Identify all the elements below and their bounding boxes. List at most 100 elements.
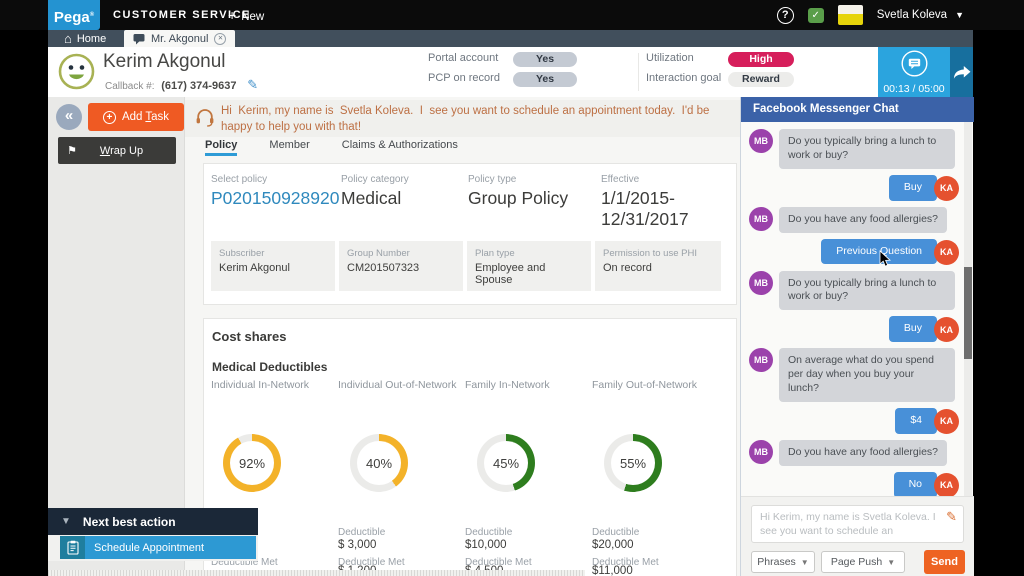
policy-type-value: Group Policy: [468, 188, 568, 209]
help-icon[interactable]: ?: [777, 7, 794, 24]
cost-shares-title: Cost shares: [212, 329, 286, 344]
chat-message: MBOn average what do you spend per day w…: [749, 348, 959, 402]
portal-account-label: Portal account: [428, 52, 498, 64]
cost-share-columns: Individual In-Network92%Deductible MetIn…: [211, 379, 719, 576]
chat-bubble[interactable]: No: [894, 472, 937, 496]
chat-message: $4KA: [749, 408, 959, 434]
chat-panel: Facebook Messenger Chat MBDo you typical…: [740, 97, 973, 576]
effective-label: Effective: [601, 174, 723, 185]
wrap-up-button[interactable]: ⚑ Wrap Up: [58, 137, 176, 164]
phrases-label: Phrases: [757, 556, 796, 568]
chevron-down-icon: ▼: [61, 516, 71, 527]
add-task-button[interactable]: + Add Task: [88, 103, 184, 131]
chat-bubble[interactable]: Buy: [889, 316, 937, 342]
schedule-appointment-button[interactable]: Schedule Appointment: [60, 536, 256, 559]
cost-share-column-label: Family Out-of-Network: [592, 379, 697, 391]
deductible-donut-chart: 40%: [350, 434, 408, 492]
chat-message: MBDo you have any food allergies?: [749, 207, 959, 233]
phi-permission-label: Permission to use PHI: [603, 248, 713, 259]
chat-avatar-mb: MB: [749, 271, 773, 295]
next-best-action-row: Schedule Appointment: [48, 535, 258, 561]
chat-message: Previous QuestionKA: [749, 239, 959, 265]
plan-type-value: Employee and Spouse: [475, 262, 583, 286]
edit-callback-icon[interactable]: ✎: [247, 77, 258, 92]
chat-message: BuyKA: [749, 175, 959, 201]
tab-home[interactable]: ⌂ Home: [56, 30, 114, 47]
page-push-dropdown[interactable]: Page Push ▼: [821, 551, 905, 573]
chat-scrollbar-thumb[interactable]: [964, 267, 972, 359]
medical-deductibles-title: Medical Deductibles: [212, 360, 327, 374]
speech-bubble-icon: [133, 33, 145, 45]
edit-message-icon[interactable]: ✎: [946, 509, 957, 526]
user-menu-chevron-icon[interactable]: ▼: [955, 10, 964, 20]
wrap-up-flag-icon: ⚑: [67, 144, 77, 157]
group-number-value: CM201507323: [347, 262, 455, 274]
tab-claims-authorizations[interactable]: Claims & Authorizations: [342, 139, 458, 156]
policy-number-link[interactable]: P020150928920: [211, 188, 339, 209]
interaction-goal-value: Reward: [728, 72, 794, 87]
chat-status-icon[interactable]: ✓: [808, 8, 824, 23]
mouse-cursor: [879, 250, 891, 268]
policy-category-field: Policy category Medical: [341, 174, 409, 209]
phrases-dropdown[interactable]: Phrases ▼: [751, 551, 815, 573]
chat-message: MBDo you typically bring a lunch to work…: [749, 271, 959, 311]
policy-category-label: Policy category: [341, 174, 409, 185]
customer-name: Kerim Akgonul: [103, 51, 226, 73]
chat-avatar-ka: KA: [934, 176, 959, 201]
registered-mark: ®: [90, 12, 94, 18]
collapse-rail-button[interactable]: «: [56, 104, 82, 130]
home-icon: ⌂: [64, 32, 72, 45]
header-divider: [638, 53, 639, 91]
share-arrow-icon: [953, 65, 971, 80]
cost-share-column-label: Family In-Network: [465, 379, 550, 391]
chat-bubble: On average what do you spend per day whe…: [779, 348, 955, 402]
transfer-button[interactable]: [950, 47, 973, 97]
utilization-value: High: [728, 52, 794, 67]
chat-bubble: Do you have any food allergies?: [779, 207, 947, 233]
deductible-percent: 45%: [493, 456, 519, 471]
utilization-label: Utilization: [646, 52, 694, 64]
close-tab-icon[interactable]: ✕: [214, 33, 226, 45]
chat-bubble: Do you typically bring a lunch to work o…: [779, 129, 955, 169]
interaction-timer[interactable]: 00:13 / 05:00: [878, 47, 950, 97]
tab-strip: ⌂ Home Mr. Akgonul ✕: [48, 30, 973, 47]
coaching-banner: Hi Kerim, my name is Svetla Koleva. I se…: [185, 100, 740, 137]
user-name[interactable]: Svetla Koleva: [877, 9, 947, 21]
deductible-value: $10,000: [465, 539, 507, 551]
group-number-label: Group Number: [347, 248, 455, 259]
new-button-label: New: [241, 11, 264, 23]
avatar-bottom: [838, 14, 863, 25]
tab-policy[interactable]: Policy: [205, 139, 237, 156]
phi-permission-box: Permission to use PHI On record: [595, 241, 721, 291]
top-navigation-bar: Pega® CUSTOMER SERVICE +New ? ✓ Svetla K…: [0, 0, 1024, 30]
cost-shares-card: Cost shares Medical Deductibles Individu…: [203, 318, 737, 576]
pega-logo-text: Pega: [54, 9, 90, 26]
deductible-label: Deductible: [465, 527, 512, 538]
chat-bubble[interactable]: Buy: [889, 175, 937, 201]
cost-share-column: Individual Out-of-Network40%Deductible$ …: [338, 379, 465, 576]
deductible-met-value: $11,000: [592, 565, 633, 576]
deductible-donut-chart: 55%: [604, 434, 662, 492]
cost-share-column: Family In-Network45%Deductible$10,000Ded…: [465, 379, 592, 576]
phrases-chevron-icon: ▼: [801, 558, 809, 567]
topbar-right-group: ? ✓ Svetla Koleva ▼: [777, 0, 964, 30]
policy-category-value: Medical: [341, 188, 409, 209]
chat-input[interactable]: Hi Kerim, my name is Svetla Koleva. I se…: [751, 505, 964, 543]
chat-avatar-ka: KA: [934, 473, 959, 496]
tab-interaction[interactable]: Mr. Akgonul ✕: [124, 30, 235, 47]
user-avatar[interactable]: [838, 5, 863, 25]
next-best-action-header[interactable]: ▼ Next best action: [48, 508, 258, 535]
deductible-donut-chart: 92%: [223, 434, 281, 492]
tab-member[interactable]: Member: [269, 139, 309, 156]
plan-type-label: Plan type: [475, 248, 583, 259]
content-tabs: Policy Member Claims & Authorizations: [205, 139, 458, 156]
horizontal-scrollbar[interactable]: [48, 570, 585, 576]
chat-input-area: Hi Kerim, my name is Svetla Koleva. I se…: [741, 496, 974, 576]
send-button[interactable]: Send: [924, 550, 965, 574]
chat-bubble[interactable]: $4: [895, 408, 937, 434]
new-button[interactable]: +New: [228, 7, 264, 23]
customer-sentiment-icon: [58, 53, 95, 90]
callback-label: Callback #:: [105, 81, 154, 92]
pega-logo[interactable]: Pega®: [48, 0, 100, 30]
subscriber-box: Subscriber Kerim Akgonul: [211, 241, 335, 291]
